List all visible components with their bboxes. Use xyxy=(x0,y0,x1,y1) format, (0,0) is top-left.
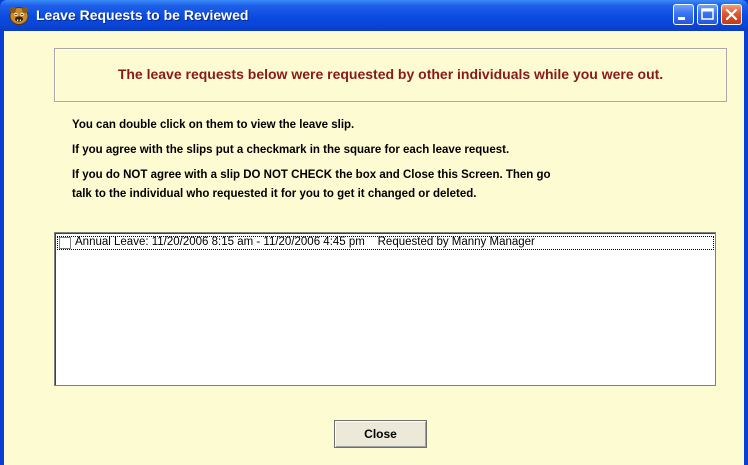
close-button[interactable]: Close xyxy=(334,420,427,448)
leave-request-list[interactable]: Annual Leave: 11/20/2006 8:15 am - 11/20… xyxy=(54,232,716,386)
banner-text: The leave requests below were requested … xyxy=(117,66,664,82)
list-item[interactable]: Annual Leave: 11/20/2006 8:15 am - 11/20… xyxy=(57,236,714,250)
minimize-button[interactable] xyxy=(673,4,694,25)
close-window-button[interactable] xyxy=(721,4,742,25)
instruction-line-4: talk to the individual who requested it … xyxy=(72,188,477,200)
minimize-icon xyxy=(678,17,685,20)
title-bar[interactable]: Leave Requests to be Reviewed xyxy=(0,0,748,31)
instruction-line-2: If you agree with the slips put a checkm… xyxy=(72,144,510,156)
window-title: Leave Requests to be Reviewed xyxy=(36,7,249,23)
window-client-area: The leave requests below were requested … xyxy=(4,31,744,465)
leave-request-text[interactable]: Annual Leave: 11/20/2006 8:15 am - 11/20… xyxy=(75,236,535,248)
maximize-button[interactable] xyxy=(697,4,718,25)
leave-request-checkbox[interactable] xyxy=(59,237,71,249)
instruction-line-1: You can double click on them to view the… xyxy=(72,119,355,131)
leave-review-window: Leave Requests to be Reviewed The leave … xyxy=(0,0,748,465)
bulldog-face-icon xyxy=(9,6,29,25)
maximize-icon xyxy=(701,8,714,20)
instruction-line-3: If you do NOT agree with a slip DO NOT C… xyxy=(72,169,551,181)
close-icon xyxy=(725,8,738,21)
notice-banner: The leave requests below were requested … xyxy=(54,48,727,102)
